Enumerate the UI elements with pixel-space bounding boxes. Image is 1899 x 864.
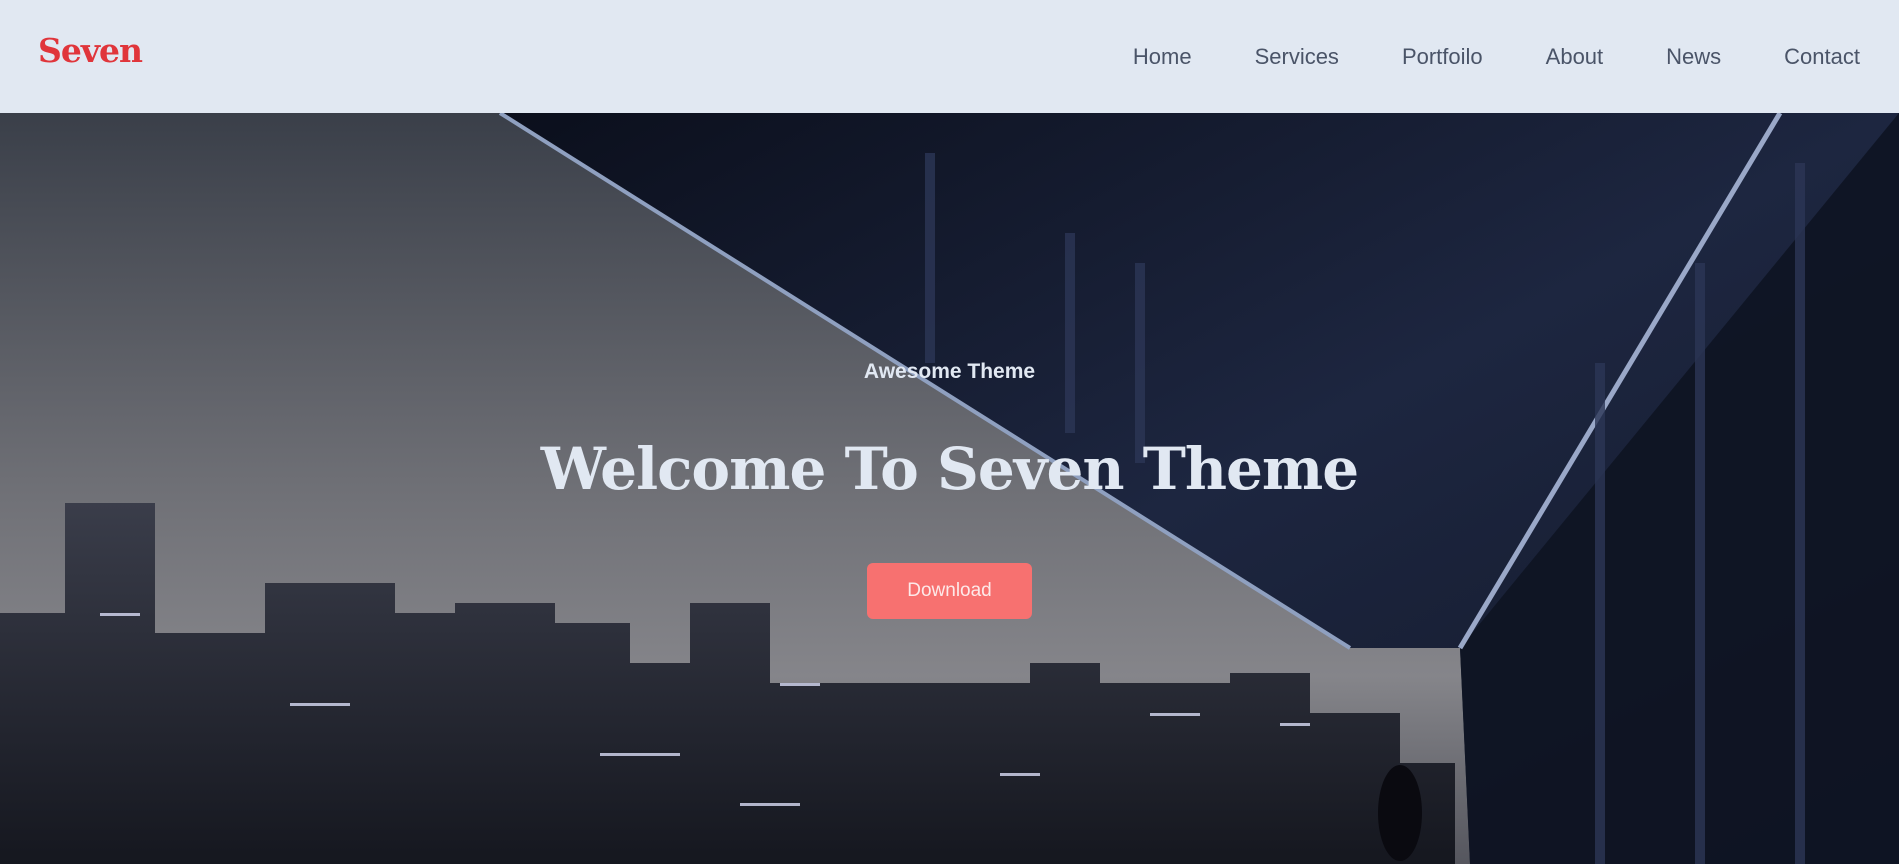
nav-about[interactable]: About bbox=[1546, 44, 1604, 70]
site-header: Seven Home Services Portfoilo About News… bbox=[0, 0, 1899, 113]
nav-news[interactable]: News bbox=[1666, 44, 1721, 70]
nav-home[interactable]: Home bbox=[1133, 44, 1192, 70]
nav-portfolio[interactable]: Portfoilo bbox=[1402, 44, 1483, 70]
nav-services[interactable]: Services bbox=[1255, 44, 1339, 70]
hero-title: Welcome To Seven Theme bbox=[540, 435, 1359, 503]
hero-subtitle: Awesome Theme bbox=[863, 360, 1036, 383]
download-button[interactable]: Download bbox=[867, 563, 1032, 619]
main-nav: Home Services Portfoilo About News Conta… bbox=[1070, 44, 1860, 70]
logo[interactable]: Seven bbox=[38, 31, 143, 70]
nav-contact[interactable]: Contact bbox=[1784, 44, 1860, 70]
